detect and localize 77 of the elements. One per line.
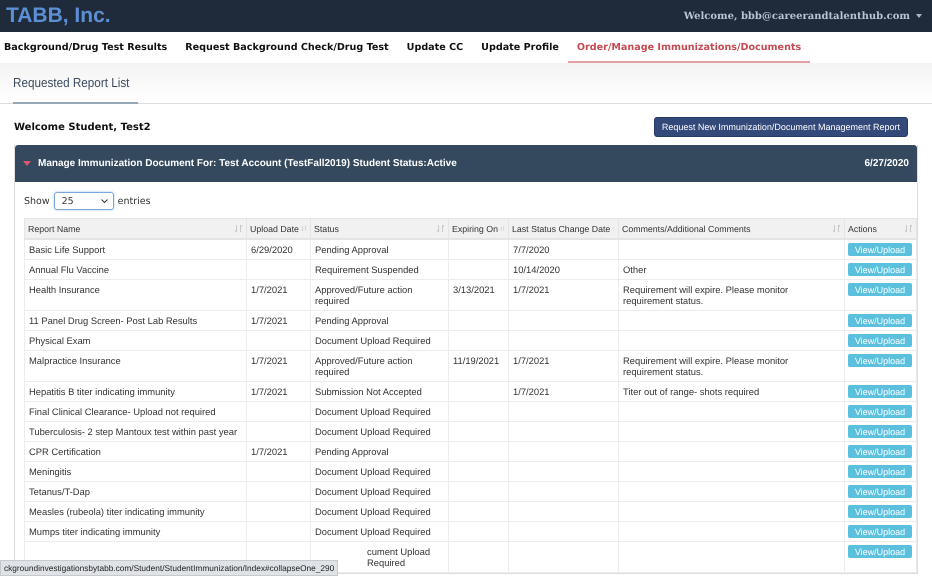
section-title: Requested Report List [13,75,138,104]
status-cell: cument Upload Required [367,546,430,568]
upload-date-cell: 1/7/2021 [251,284,288,295]
column-header[interactable]: Comments/Additional Comments [618,218,844,239]
report-name-cell: Hepatitis B titer indicating immunity [29,386,175,397]
report-name-cell: Tuberculosis- 2 step Mantoux test within past year [29,426,238,437]
report-name-cell: Annual Flu Vaccine [29,264,110,275]
status-cell: Document Upload Required [315,426,431,437]
status-cell: Document Upload Required [315,526,431,537]
user-menu[interactable]: Welcome, bbb@careerandtalenthub.com [684,10,922,22]
column-header[interactable]: Report Name [24,218,246,239]
sort-icon [904,224,913,233]
report-name-cell: Final Clinical Clearance- Upload not required [29,406,216,417]
report-name-cell: Health Insurance [29,284,100,295]
status-date-cell: 1/7/2021 [513,386,550,397]
status-bar-url: ckgroundinvestigationsbytabb.com/Student/StudentImmunization/Index#collapseOne_290 [0,560,338,576]
sort-icon [436,224,445,233]
report-name-cell: Tetanus/T-Dap [29,486,90,497]
sort-icon [300,224,307,233]
entries-label: entries [118,196,151,206]
nav-tab[interactable]: Request Background Check/Drug Test [176,32,398,63]
column-header[interactable]: Upload Date [246,218,310,239]
status-date-cell: 7/7/2020 [513,244,550,255]
expiring-date-cell: 11/19/2021 [453,355,500,366]
report-name-cell: CPR Certification [29,446,101,457]
panel-title: Manage Immunization Document For: Test Account (TestFall2019) Student Status:Active [38,158,458,169]
report-name-cell: Physical Exam [29,335,90,346]
column-header[interactable]: Last Status Change Date [508,218,618,239]
welcome-text: Welcome Student, Test2 [14,122,151,132]
report-name-cell: Mumps titer indicating immunity [29,526,160,537]
upload-date-cell: 1/7/2021 [251,315,288,326]
entries-select[interactable]: 25 [54,192,114,210]
show-label: Show [24,196,50,206]
panel-date: 6/27/2020 [864,158,909,169]
status-date-cell: 1/7/2021 [513,284,550,295]
status-cell: Approved/Future action required [315,284,412,306]
status-cell: Document Upload Required [315,486,431,497]
report-name-cell: Meningitis [29,466,72,477]
sort-icon [500,224,505,233]
column-header[interactable]: Expiring On [448,218,508,239]
status-cell: Document Upload Required [315,466,431,477]
status-cell: Requirement Suspended [315,264,419,275]
column-header[interactable]: Actions [844,218,916,239]
expiring-date-cell: 3/13/2021 [453,284,495,295]
status-cell: Pending Approval [315,315,388,326]
status-cell: Document Upload Required [315,406,431,417]
nav-tab[interactable]: Background/Drug Test Results [4,32,176,63]
status-cell: Pending Approval [315,244,388,255]
status-cell: Submission Not Accepted [315,386,422,397]
panel-header[interactable]: Manage Immunization Document For: Test Account (TestFall2019) Student Status:Active 6/27/2020 [15,145,917,182]
upload-date-cell: 6/29/2020 [251,244,293,255]
nav-tab[interactable]: Update Profile [472,32,568,63]
comment-cell: Requirement will expire. Please monitor requirement status. [623,284,788,306]
comment-cell: Requirement will expire. Please monitor requirement status. [623,355,788,377]
status-date-cell: 1/7/2021 [513,355,550,366]
report-name-cell: Malpractice Insurance [29,355,121,366]
sort-icon [832,224,841,233]
status-cell: Approved/Future action required [315,355,412,377]
caret-icon [916,14,922,18]
sort-icon [234,224,243,233]
chevron-down-icon [100,198,108,204]
status-cell: Document Upload Required [315,335,431,346]
comment-cell: Other [623,264,646,275]
report-name-cell: 11 Panel Drug Screen- Post Lab Results [29,315,198,326]
report-name-cell: Measles (rubeola) titer indicating immunity [29,506,205,517]
upload-date-cell: 1/7/2021 [251,386,288,397]
upload-date-cell: 1/7/2021 [251,355,288,366]
request-report-button[interactable]: Request New Immunization/Document Management Report [654,117,908,137]
status-cell: Pending Approval [315,446,388,457]
report-name-cell: Basic Life Support [29,244,106,255]
logo: TABB, Inc. [6,4,111,28]
upload-date-cell: 1/7/2021 [251,446,288,457]
comment-cell: Titer out of range- shots required [623,386,760,397]
status-cell: Document Upload Required [315,506,431,517]
status-date-cell: 10/14/2020 [513,264,560,275]
column-header[interactable]: Status [310,218,448,239]
nav-tab[interactable]: Update CC [398,32,472,63]
